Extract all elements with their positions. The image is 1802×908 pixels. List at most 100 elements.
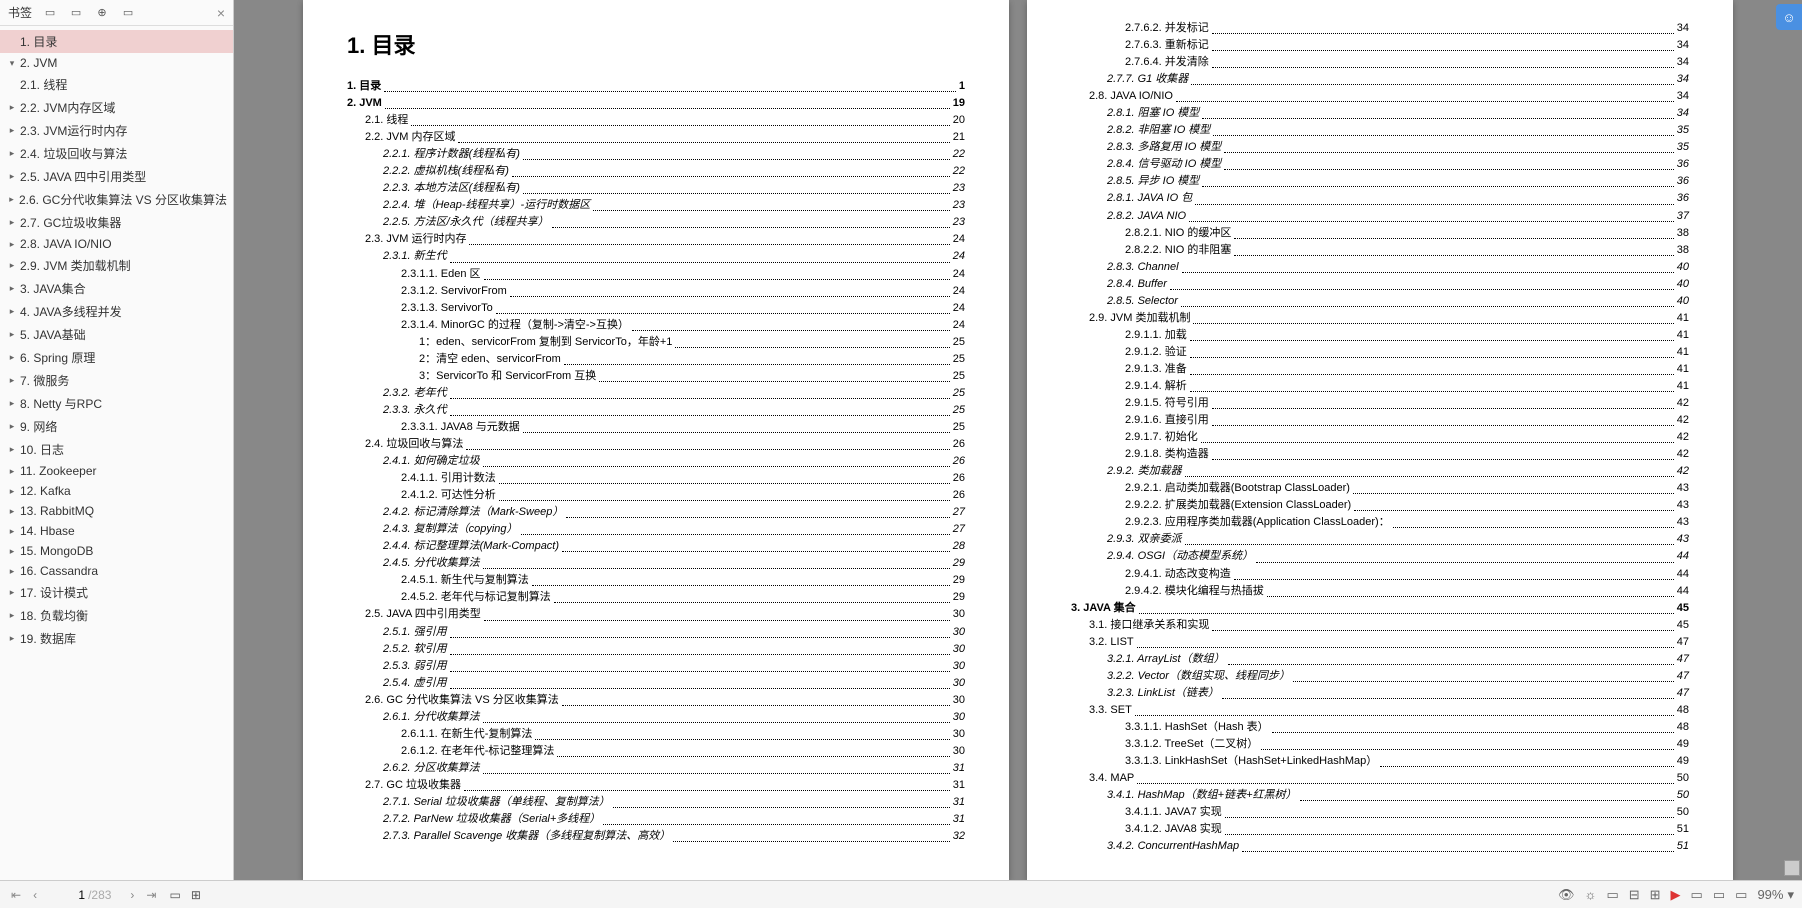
layout-icon[interactable]: ⊞ bbox=[191, 888, 201, 902]
bookmark-item[interactable]: ▸13. RabbitMQ bbox=[0, 501, 233, 521]
toc-line[interactable]: 2.5.2. 软引用30 bbox=[383, 641, 965, 658]
bookmark-item[interactable]: ▸2.7. GC垃圾收集器 bbox=[0, 211, 233, 234]
bookmark-item[interactable]: ▸9. 网络 bbox=[0, 415, 233, 438]
toc-line[interactable]: 3.4.2. ConcurrentHashMap51 bbox=[1107, 838, 1689, 855]
eye-icon[interactable]: 👁 bbox=[1558, 887, 1575, 903]
bookmark-item[interactable]: 1. 目录 bbox=[0, 30, 233, 53]
bookmark-item[interactable]: ▸2.3. JVM运行时内存 bbox=[0, 119, 233, 142]
prev-page-icon[interactable]: ‹ bbox=[30, 888, 40, 902]
expand-icon[interactable]: ▸ bbox=[6, 306, 18, 317]
bookmark-item[interactable]: ▸3. JAVA集合 bbox=[0, 277, 233, 300]
toc-line[interactable]: 2.5.4. 虚引用30 bbox=[383, 675, 965, 692]
toc-line[interactable]: 2.4.3. 复制算法（copying）27 bbox=[383, 521, 965, 538]
toc-line[interactable]: 3.4. MAP50 bbox=[1089, 770, 1689, 787]
toc-line[interactable]: 2.6. GC 分代收集算法 VS 分区收集算法30 bbox=[365, 692, 965, 709]
toc-line[interactable]: 2.9.2.1. 启动类加载器(Bootstrap ClassLoader)43 bbox=[1125, 480, 1689, 497]
toc-line[interactable]: 2.8.2. JAVA NIO37 bbox=[1107, 208, 1689, 225]
record-icon[interactable]: ▶ bbox=[1671, 887, 1681, 903]
toc-line[interactable]: 2.7.2. ParNew 垃圾收集器（Serial+多线程）31 bbox=[383, 811, 965, 828]
fit-icon[interactable]: ▭ bbox=[1691, 887, 1703, 903]
toc-line[interactable]: 2.3.2. 老年代25 bbox=[383, 385, 965, 402]
expand-icon[interactable]: ▸ bbox=[6, 102, 18, 113]
next-page-icon[interactable]: › bbox=[127, 888, 137, 902]
bookmark-item[interactable]: ▸5. JAVA基础 bbox=[0, 323, 233, 346]
toc-line[interactable]: 2.2.5. 方法区/永久代（线程共享）23 bbox=[383, 214, 965, 231]
toc-line[interactable]: 2.9.1.3. 准备41 bbox=[1125, 361, 1689, 378]
toc-line[interactable]: 2.7.6.3. 重新标记34 bbox=[1125, 37, 1689, 54]
toc-line[interactable]: 2.9.4. OSGI（动态模型系统）44 bbox=[1107, 548, 1689, 565]
view-icon[interactable]: ⊞ bbox=[1650, 887, 1661, 903]
toc-line[interactable]: 3.3.1.2. TreeSet（二叉树）49 bbox=[1125, 736, 1689, 753]
toc-line[interactable]: 2.3.1.1. Eden 区24 bbox=[401, 266, 965, 283]
toc-line[interactable]: 2.8. JAVA IO/NIO34 bbox=[1089, 88, 1689, 105]
expand-icon[interactable]: ▸ bbox=[6, 526, 18, 537]
sidebar-tool-icon[interactable]: ▭ bbox=[120, 5, 136, 21]
toc-line[interactable]: 2.4.1. 如何确定垃圾26 bbox=[383, 453, 965, 470]
toc-line[interactable]: 3.4.1.2. JAVA8 实现51 bbox=[1125, 821, 1689, 838]
close-icon[interactable]: × bbox=[217, 5, 225, 21]
fit-icon[interactable]: ▭ bbox=[1735, 887, 1747, 903]
expand-icon[interactable]: ▸ bbox=[6, 352, 18, 363]
assist-icon[interactable]: ☺ bbox=[1776, 4, 1802, 30]
toc-line[interactable]: 2.8.2. 非阻塞 IO 模型35 bbox=[1107, 122, 1689, 139]
bookmark-item[interactable]: ▸19. 数据库 bbox=[0, 627, 233, 650]
toc-line[interactable]: 1. 目录1 bbox=[347, 78, 965, 95]
toc-line[interactable]: 2.9.1.2. 验证41 bbox=[1125, 344, 1689, 361]
sidebar-tool-icon[interactable]: ▭ bbox=[68, 5, 84, 21]
toc-line[interactable]: 2.4.2. 标记清除算法（Mark-Sweep）27 bbox=[383, 504, 965, 521]
toc-line[interactable]: 2.9.1.4. 解析41 bbox=[1125, 378, 1689, 395]
bookmark-item[interactable]: ▸7. 微服务 bbox=[0, 369, 233, 392]
bookmark-item[interactable]: ▸4. JAVA多线程并发 bbox=[0, 300, 233, 323]
expand-icon[interactable]: ▸ bbox=[6, 444, 18, 455]
expand-icon[interactable]: ▸ bbox=[6, 610, 18, 621]
toc-line[interactable]: 2.2. JVM 内存区域21 bbox=[365, 129, 965, 146]
toc-line[interactable]: 2.8.4. Buffer40 bbox=[1107, 276, 1689, 293]
expand-icon[interactable]: ▸ bbox=[6, 546, 18, 557]
toc-line[interactable]: 2.7.1. Serial 垃圾收集器（单线程、复制算法）31 bbox=[383, 794, 965, 811]
expand-icon[interactable]: ▸ bbox=[6, 486, 18, 497]
toc-line[interactable]: 2.3. JVM 运行时内存24 bbox=[365, 231, 965, 248]
toc-line[interactable]: 3. JAVA 集合45 bbox=[1071, 600, 1689, 617]
expand-icon[interactable]: ▾ bbox=[6, 58, 18, 69]
toc-line[interactable]: 2.6.1.1. 在新生代-复制算法30 bbox=[401, 726, 965, 743]
bookmark-item[interactable]: ▸17. 设计模式 bbox=[0, 581, 233, 604]
toc-line[interactable]: 2：清空 eden、servicorFrom25 bbox=[419, 351, 965, 368]
bookmark-item[interactable]: ▸10. 日志 bbox=[0, 438, 233, 461]
toc-line[interactable]: 2.3.1.3. ServivorTo24 bbox=[401, 300, 965, 317]
toc-line[interactable]: 2.3.1. 新生代24 bbox=[383, 248, 965, 265]
scroll-corner-icon[interactable] bbox=[1784, 860, 1800, 876]
sidebar-tool-icon[interactable]: ⊕ bbox=[94, 5, 110, 21]
toc-line[interactable]: 3.2.3. LinkList（链表）47 bbox=[1107, 685, 1689, 702]
toc-line[interactable]: 3.4.1.1. JAVA7 实现50 bbox=[1125, 804, 1689, 821]
toc-line[interactable]: 2.8.5. 异步 IO 模型36 bbox=[1107, 173, 1689, 190]
expand-icon[interactable]: ▸ bbox=[6, 125, 18, 136]
expand-icon[interactable]: ▸ bbox=[6, 148, 18, 159]
bookmark-item[interactable]: ▸12. Kafka bbox=[0, 481, 233, 501]
sun-icon[interactable]: ☼ bbox=[1585, 887, 1597, 902]
view-icon[interactable]: ▭ bbox=[1606, 887, 1618, 903]
toc-line[interactable]: 2.5.3. 弱引用30 bbox=[383, 658, 965, 675]
toc-line[interactable]: 3：ServicorTo 和 ServicorFrom 互换25 bbox=[419, 368, 965, 385]
bookmark-item[interactable]: ▸6. Spring 原理 bbox=[0, 346, 233, 369]
toc-line[interactable]: 2.8.3. Channel40 bbox=[1107, 259, 1689, 276]
toc-line[interactable]: 2.3.3.1. JAVA8 与元数据25 bbox=[401, 419, 965, 436]
toc-line[interactable]: 2.9.4.1. 动态改变构造44 bbox=[1125, 566, 1689, 583]
toc-line[interactable]: 3.3.1.3. LinkHashSet（HashSet+LinkedHashM… bbox=[1125, 753, 1689, 770]
toc-line[interactable]: 2.8.3. 多路复用 IO 模型35 bbox=[1107, 139, 1689, 156]
toc-line[interactable]: 2.2.2. 虚拟机栈(线程私有)22 bbox=[383, 163, 965, 180]
toc-line[interactable]: 2.6.2. 分区收集算法31 bbox=[383, 760, 965, 777]
bookmark-item[interactable]: ▸2.2. JVM内存区域 bbox=[0, 96, 233, 119]
expand-icon[interactable]: ▸ bbox=[6, 421, 18, 432]
toc-line[interactable]: 2.9.3. 双亲委派43 bbox=[1107, 531, 1689, 548]
bookmark-item[interactable]: ▸18. 负载均衡 bbox=[0, 604, 233, 627]
toc-line[interactable]: 2.5.1. 强引用30 bbox=[383, 624, 965, 641]
bookmark-item[interactable]: ▸2.4. 垃圾回收与算法 bbox=[0, 142, 233, 165]
toc-line[interactable]: 2.8.1. JAVA IO 包36 bbox=[1107, 190, 1689, 207]
page-input[interactable] bbox=[53, 888, 85, 902]
toc-line[interactable]: 3.2.1. ArrayList（数组）47 bbox=[1107, 651, 1689, 668]
bookmark-item[interactable]: ▸16. Cassandra bbox=[0, 561, 233, 581]
toc-line[interactable]: 2.8.5. Selector40 bbox=[1107, 293, 1689, 310]
toc-line[interactable]: 2.7.6.4. 并发清除34 bbox=[1125, 54, 1689, 71]
bookmark-item[interactable]: ▸11. Zookeeper bbox=[0, 461, 233, 481]
sidebar-tool-icon[interactable]: ▭ bbox=[42, 5, 58, 21]
